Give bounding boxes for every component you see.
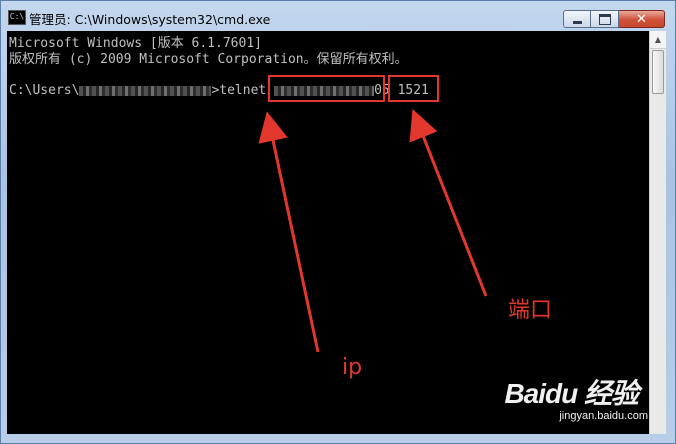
port-arrow (409, 109, 488, 297)
ip-arrow (258, 111, 320, 353)
watermark-url: jingyan.baidu.com (559, 410, 648, 422)
ip-label: ip (342, 355, 363, 380)
port-label: 端口 (508, 298, 553, 323)
baidu-logo: Baidu 经验 (504, 378, 639, 409)
baidu-watermark: Baidu 经验 jingyan.baidu.com (504, 372, 648, 422)
